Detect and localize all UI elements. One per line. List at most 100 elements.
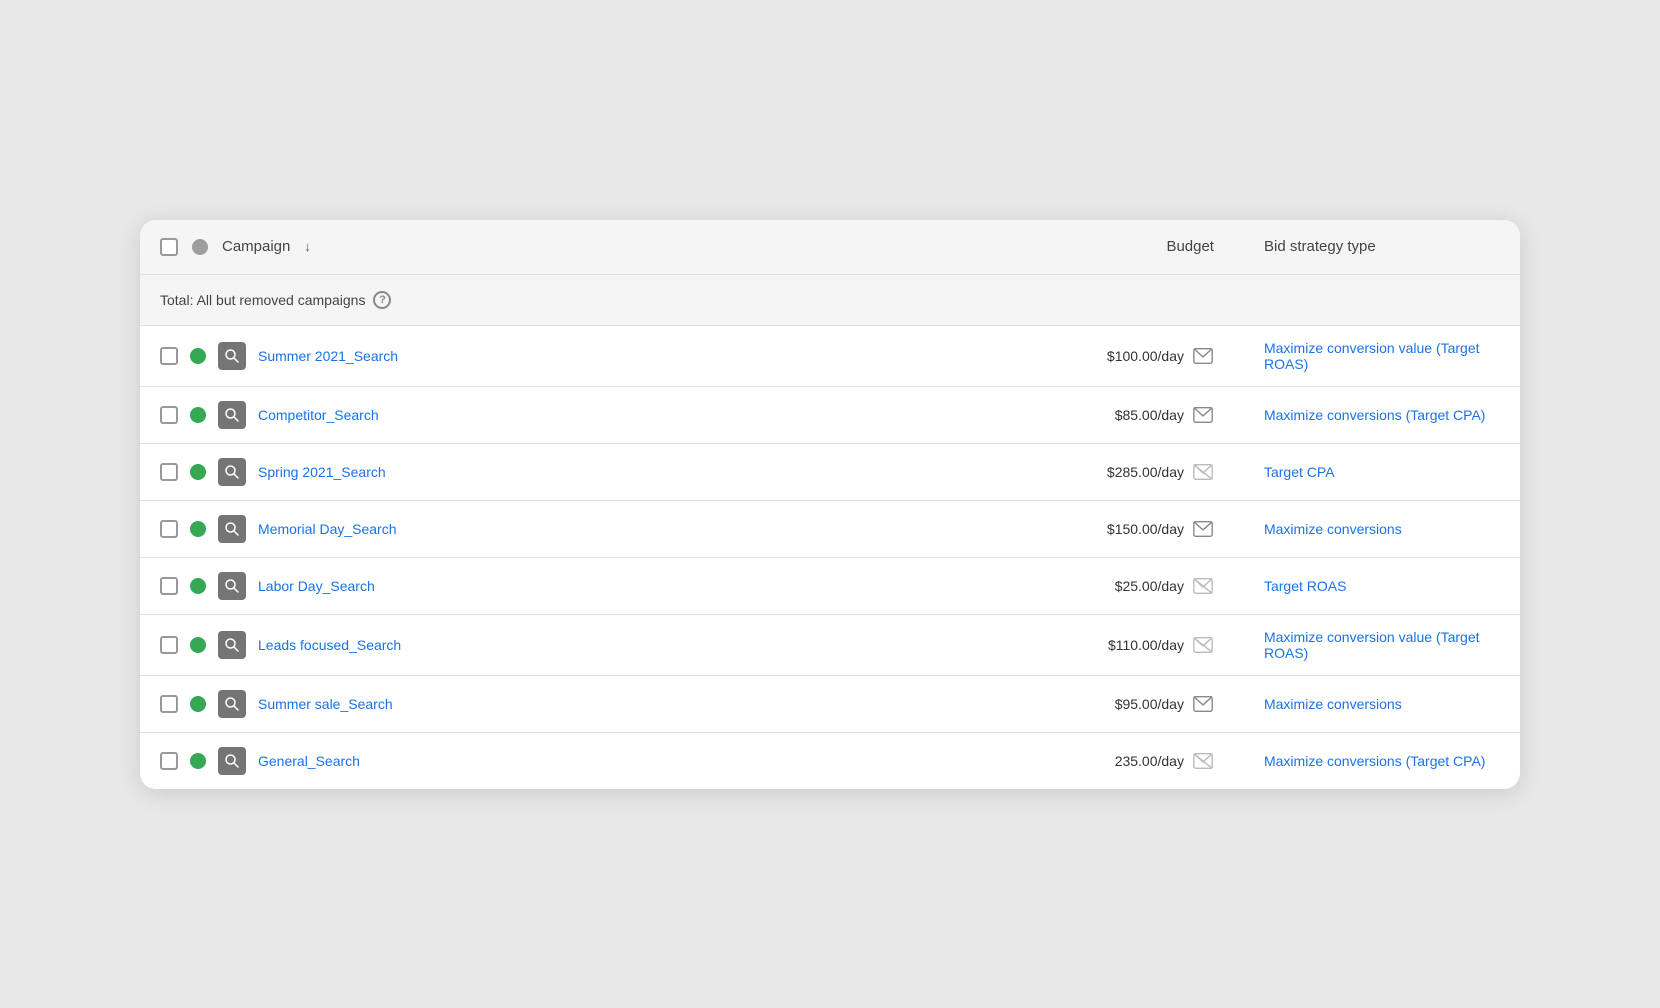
row-checkbox-7[interactable]: [160, 695, 178, 713]
campaign-type-icon-4: [218, 515, 246, 543]
bid-strategy-cell: Maximize conversions: [1244, 500, 1520, 557]
status-dot-3: [190, 464, 206, 480]
total-row-label: Total: All but removed campaigns: [160, 292, 365, 308]
campaign-col-label: Campaign: [222, 238, 290, 255]
campaign-cell: Labor Day_Search: [140, 557, 996, 614]
header-status-dot: [192, 239, 208, 255]
budget-cell: $25.00/day: [996, 557, 1244, 614]
campaign-cell: Competitor_Search: [140, 386, 996, 443]
bid-strategy-cell: Maximize conversions (Target CPA): [1244, 386, 1520, 443]
mail-inactive-icon: [1192, 575, 1214, 597]
bid-strategy-column-header: Bid strategy type: [1244, 220, 1520, 275]
bid-strategy-cell: Target ROAS: [1244, 557, 1520, 614]
mail-active-icon: [1192, 345, 1214, 367]
mail-active-icon: [1192, 693, 1214, 715]
row-checkbox-3[interactable]: [160, 463, 178, 481]
table-row: Memorial Day_Search $150.00/day Maximize…: [140, 500, 1520, 557]
campaign-name-4[interactable]: Memorial Day_Search: [258, 521, 397, 537]
bid-strategy-cell: Maximize conversions: [1244, 675, 1520, 732]
campaign-cell: Summer sale_Search: [140, 675, 996, 732]
row-checkbox-1[interactable]: [160, 347, 178, 365]
campaign-name-8[interactable]: General_Search: [258, 753, 360, 769]
budget-value-1: $100.00/day: [1107, 348, 1184, 364]
status-dot-4: [190, 521, 206, 537]
campaign-type-icon-1: [218, 342, 246, 370]
bid-strategy-cell: Maximize conversions (Target CPA): [1244, 732, 1520, 789]
campaign-name-6[interactable]: Leads focused_Search: [258, 637, 401, 653]
mail-inactive-icon: [1192, 750, 1214, 772]
row-checkbox-5[interactable]: [160, 577, 178, 595]
sort-arrow-icon[interactable]: ↓: [304, 239, 311, 254]
campaign-cell: Memorial Day_Search: [140, 500, 996, 557]
row-checkbox-8[interactable]: [160, 752, 178, 770]
table-row: Competitor_Search $85.00/day Maximize co…: [140, 386, 1520, 443]
budget-value-2: $85.00/day: [1115, 407, 1184, 423]
table-row: Summer 2021_Search $100.00/day Maximize …: [140, 325, 1520, 386]
bid-strategy-value-5[interactable]: Target ROAS: [1264, 578, 1346, 594]
bid-strategy-value-2[interactable]: Maximize conversions (Target CPA): [1264, 407, 1485, 423]
help-icon[interactable]: ?: [373, 291, 391, 309]
row-checkbox-2[interactable]: [160, 406, 178, 424]
campaign-type-icon-2: [218, 401, 246, 429]
mail-active-icon: [1192, 404, 1214, 426]
bid-strategy-cell: Maximize conversion value (Target ROAS): [1244, 325, 1520, 386]
campaign-type-icon-6: [218, 631, 246, 659]
campaign-type-icon-8: [218, 747, 246, 775]
table-row: General_Search 235.00/day Maximize conve…: [140, 732, 1520, 789]
status-dot-5: [190, 578, 206, 594]
row-checkbox-6[interactable]: [160, 636, 178, 654]
bid-col-label: Bid strategy type: [1264, 238, 1376, 255]
table-row: Spring 2021_Search $285.00/day Target CP…: [140, 443, 1520, 500]
campaign-name-7[interactable]: Summer sale_Search: [258, 696, 393, 712]
table-row: Leads focused_Search $110.00/day Maximiz…: [140, 614, 1520, 675]
budget-cell: $100.00/day: [996, 325, 1244, 386]
bid-strategy-value-6[interactable]: Maximize conversion value (Target ROAS): [1264, 629, 1480, 661]
budget-value-6: $110.00/day: [1108, 637, 1184, 653]
campaign-column-header: Campaign ↓: [140, 220, 996, 275]
campaign-name-3[interactable]: Spring 2021_Search: [258, 464, 386, 480]
table-header-row: Campaign ↓ Budget Bid strategy type: [140, 220, 1520, 275]
budget-value-3: $285.00/day: [1107, 464, 1184, 480]
campaign-type-icon-7: [218, 690, 246, 718]
campaign-type-icon-3: [218, 458, 246, 486]
budget-cell: 235.00/day: [996, 732, 1244, 789]
bid-strategy-value-1[interactable]: Maximize conversion value (Target ROAS): [1264, 340, 1480, 372]
bid-strategy-value-4[interactable]: Maximize conversions: [1264, 521, 1402, 537]
budget-cell: $85.00/day: [996, 386, 1244, 443]
campaign-name-2[interactable]: Competitor_Search: [258, 407, 379, 423]
select-all-checkbox[interactable]: [160, 238, 178, 256]
row-checkbox-4[interactable]: [160, 520, 178, 538]
table-row: Summer sale_Search $95.00/day Maximize c…: [140, 675, 1520, 732]
budget-value-5: $25.00/day: [1115, 578, 1184, 594]
mail-active-icon: [1192, 518, 1214, 540]
mail-inactive-icon: [1192, 461, 1214, 483]
bid-strategy-value-3[interactable]: Target CPA: [1264, 464, 1335, 480]
status-dot-2: [190, 407, 206, 423]
status-dot-1: [190, 348, 206, 364]
budget-cell: $285.00/day: [996, 443, 1244, 500]
campaigns-table-card: Campaign ↓ Budget Bid strategy type Tota…: [140, 220, 1520, 789]
campaign-cell: Leads focused_Search: [140, 614, 996, 675]
budget-cell: $110.00/day: [996, 614, 1244, 675]
table-row: Labor Day_Search $25.00/day Target ROAS: [140, 557, 1520, 614]
campaign-cell: Summer 2021_Search: [140, 325, 996, 386]
status-dot-8: [190, 753, 206, 769]
budget-value-7: $95.00/day: [1115, 696, 1184, 712]
bid-strategy-value-8[interactable]: Maximize conversions (Target CPA): [1264, 753, 1485, 769]
budget-col-label: Budget: [1166, 238, 1214, 255]
campaign-type-icon-5: [218, 572, 246, 600]
budget-cell: $150.00/day: [996, 500, 1244, 557]
total-row: Total: All but removed campaigns ?: [140, 274, 1520, 325]
campaign-name-5[interactable]: Labor Day_Search: [258, 578, 375, 594]
status-dot-7: [190, 696, 206, 712]
campaign-cell: General_Search: [140, 732, 996, 789]
budget-value-8: 235.00/day: [1115, 753, 1184, 769]
budget-column-header: Budget: [996, 220, 1244, 275]
bid-strategy-cell: Target CPA: [1244, 443, 1520, 500]
budget-value-4: $150.00/day: [1107, 521, 1184, 537]
status-dot-6: [190, 637, 206, 653]
budget-cell: $95.00/day: [996, 675, 1244, 732]
campaign-name-1[interactable]: Summer 2021_Search: [258, 348, 398, 364]
bid-strategy-cell: Maximize conversion value (Target ROAS): [1244, 614, 1520, 675]
bid-strategy-value-7[interactable]: Maximize conversions: [1264, 696, 1402, 712]
